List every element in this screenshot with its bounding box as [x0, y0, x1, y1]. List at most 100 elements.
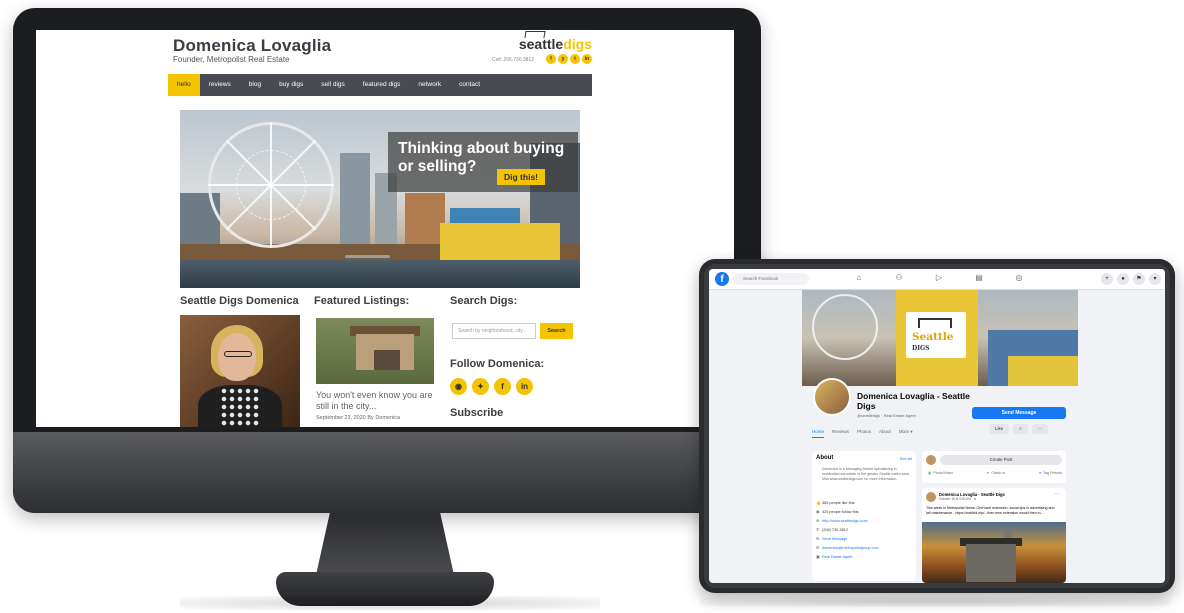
- search-button[interactable]: Search: [540, 323, 573, 339]
- nav-hello[interactable]: hello: [168, 74, 200, 96]
- about-item-website[interactable]: ⊕ http://www.seattledigs.com/: [816, 517, 916, 526]
- nav-contact[interactable]: contact: [450, 74, 489, 96]
- linkedin-icon[interactable]: in: [582, 54, 592, 64]
- facebook-icon[interactable]: f: [494, 378, 511, 395]
- nav-network[interactable]: network: [409, 74, 450, 96]
- page-actions: Like ⌕ ···: [989, 424, 1049, 434]
- nav-featured-digs[interactable]: featured digs: [354, 74, 410, 96]
- see-all-link[interactable]: See All: [900, 456, 912, 461]
- about-description: Domenica is a Managing Broker specializi…: [822, 467, 910, 481]
- stage: Domenica Lovaglia Founder, Metropolist R…: [0, 0, 1184, 613]
- glasses-icon: [224, 351, 252, 357]
- tab-more[interactable]: More ▾: [899, 429, 913, 438]
- nav-reviews[interactable]: reviews: [200, 74, 240, 96]
- house-roof-icon: [524, 31, 546, 38]
- create-post-actions: ▣ Photo/Video ● Check in ● Tag Friends: [928, 471, 1062, 475]
- website: Domenica Lovaglia Founder, Metropolist R…: [168, 30, 592, 427]
- seattle-digs-logo[interactable]: seattledigs: [519, 31, 592, 52]
- friends-icon[interactable]: ⚇: [893, 272, 905, 284]
- about-item: 👍383 people like this: [816, 499, 916, 508]
- about-item-message[interactable]: ✉ Send Message: [816, 535, 916, 544]
- about-item: ◉ 425 people follow this: [816, 508, 916, 517]
- facebook-top-bar: f Search Facebook ⌂ ⚇ ▷ ▤ ◎ + ● ⚑ ▾: [709, 269, 1165, 290]
- follow-heading: Follow Domenica:: [450, 358, 545, 370]
- subscribe-heading: Subscribe: [450, 407, 504, 419]
- post-time[interactable]: October 15 at 9:00 AM · ⊕: [939, 497, 976, 501]
- account-menu-icon[interactable]: ▾: [1149, 273, 1161, 285]
- listing-photo[interactable]: [316, 318, 434, 384]
- check-in-button[interactable]: ● Check in: [987, 471, 1005, 475]
- page-name[interactable]: Domenica Lovaglia - Seattle Digs: [857, 391, 977, 411]
- hero-image-seattle-waterfront: Thinking about buying or selling? Dig th…: [180, 110, 580, 288]
- notifications-icon[interactable]: ⚑: [1133, 273, 1145, 285]
- groups-icon[interactable]: ◎: [1013, 272, 1025, 284]
- page-more-button[interactable]: ···: [1031, 424, 1049, 434]
- messenger-icon[interactable]: ●: [1117, 273, 1129, 285]
- facebook-logo-icon[interactable]: f: [715, 272, 729, 286]
- tablet-camera-bar: [345, 255, 390, 258]
- about-item-phone[interactable]: ✆ (206) 730-3812: [816, 526, 916, 535]
- facebook-account-icons: + ● ⚑ ▾: [1101, 273, 1161, 285]
- listings-heading: Featured Listings:: [314, 295, 410, 307]
- nav-blog[interactable]: blog: [240, 74, 270, 96]
- header-social-icons: f y t in: [546, 54, 592, 64]
- tag-friends-button[interactable]: ● Tag Friends: [1039, 471, 1062, 475]
- facebook-icon[interactable]: f: [546, 54, 556, 64]
- send-message-button[interactable]: Send Message: [972, 407, 1066, 419]
- post-card: Domenica Lovaglia - Seattle Digs October…: [922, 488, 1066, 583]
- listing-caption[interactable]: You won't even know you are still in the…: [316, 390, 438, 412]
- garage-door: [374, 350, 400, 370]
- facebook-cover-photo[interactable]: Seattle DIGS: [802, 290, 1078, 386]
- about-item-email[interactable]: ✉ domenica@metropolistgroup.com: [816, 544, 916, 553]
- twitter-icon[interactable]: ✦: [472, 378, 489, 395]
- tablet-frame: f Search Facebook ⌂ ⚇ ▷ ▤ ◎ + ● ⚑ ▾ Seat…: [699, 259, 1175, 593]
- rss-icon[interactable]: ◉: [450, 378, 467, 395]
- tablet-shadow: [700, 597, 1170, 607]
- about-list: 👍383 people like this ◉ 425 people follow…: [816, 499, 916, 562]
- post-more-icon[interactable]: ···: [1054, 491, 1060, 497]
- avatar: [926, 455, 936, 465]
- tab-reviews[interactable]: Reviews: [832, 429, 849, 438]
- avatar[interactable]: [926, 492, 936, 502]
- nav-buy-digs[interactable]: buy digs: [270, 74, 312, 96]
- facebook-nav-icons: ⌂ ⚇ ▷ ▤ ◎: [853, 272, 1025, 284]
- tab-photos[interactable]: Photos: [857, 429, 871, 438]
- home-icon[interactable]: ⌂: [853, 272, 865, 284]
- yelp-icon[interactable]: y: [558, 54, 568, 64]
- cover-logo-text: Seattle DIGS: [912, 331, 954, 353]
- follow-icons: ◉ ✦ f in: [450, 378, 533, 395]
- dig-this-button[interactable]: Dig this!: [497, 169, 545, 185]
- twitter-icon[interactable]: t: [570, 54, 580, 64]
- hero-headline: Thinking about buying or selling?: [398, 140, 565, 175]
- site-title[interactable]: Domenica Lovaglia: [173, 36, 331, 56]
- facebook-search-input[interactable]: Search Facebook: [733, 273, 809, 285]
- page-tabs: Home Reviews Photos About More ▾: [812, 429, 913, 438]
- cover-yellow-building: [1008, 356, 1078, 386]
- tab-about[interactable]: About: [879, 429, 891, 438]
- tablet-screen: f Search Facebook ⌂ ⚇ ▷ ▤ ◎ + ● ⚑ ▾ Seat…: [709, 269, 1165, 583]
- tag-icon: ●: [1039, 471, 1042, 475]
- page-search-button[interactable]: ⌕: [1013, 424, 1028, 434]
- agent-face: [218, 333, 256, 381]
- photo-video-button[interactable]: ▣ Photo/Video: [928, 471, 953, 475]
- photo-icon: ▣: [928, 471, 932, 475]
- site-tagline: Founder, Metropolist Real Estate: [173, 55, 290, 64]
- nav-sell-digs[interactable]: sell digs: [312, 74, 353, 96]
- tab-home[interactable]: Home: [812, 429, 825, 438]
- create-post-button[interactable]: Create Post: [940, 455, 1062, 465]
- post-text: This week in Metropolist News: One lane …: [926, 506, 1055, 515]
- like-button[interactable]: Like: [989, 424, 1010, 434]
- create-icon[interactable]: +: [1101, 273, 1113, 285]
- house-roof-icon: [918, 318, 952, 328]
- page-avatar[interactable]: [813, 378, 851, 416]
- cell-phone: Cell: 206.730.3812: [492, 57, 534, 63]
- yellow-pier-building: [440, 223, 560, 263]
- watch-icon[interactable]: ▷: [933, 272, 945, 284]
- search-input[interactable]: Search by neighborhood, city...: [452, 323, 536, 339]
- monitor-chin: [13, 432, 761, 513]
- linkedin-icon[interactable]: in: [516, 378, 533, 395]
- search-heading: Search Digs:: [450, 295, 518, 307]
- marketplace-icon[interactable]: ▤: [973, 272, 985, 284]
- create-post-card: Create Post ▣ Photo/Video ● Check in ● Tag …: [922, 451, 1066, 483]
- about-item-category[interactable]: ▣ Real Estate Agent: [816, 553, 916, 562]
